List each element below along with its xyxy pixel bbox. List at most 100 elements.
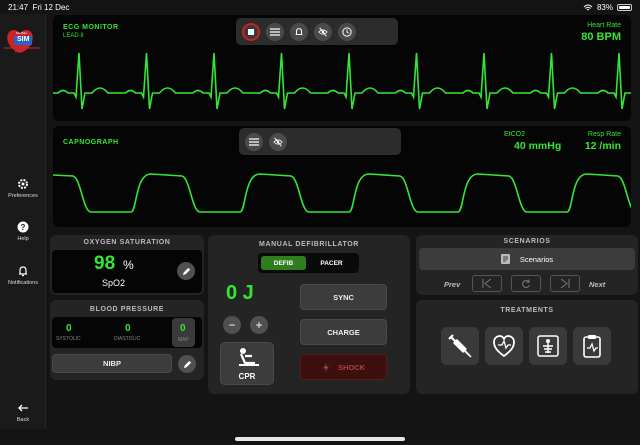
status-time: 21:47	[8, 3, 29, 12]
timer-button[interactable]	[338, 22, 356, 41]
sidebar-item-label: Help	[17, 236, 29, 242]
logo-text: SIM	[17, 36, 30, 43]
shock-button[interactable]: SHOCK	[300, 354, 387, 380]
etco2-value: 40 mmHg	[514, 140, 562, 152]
energy-value: 0 J	[226, 282, 254, 304]
skip-back-icon	[482, 279, 492, 288]
treatments-title: TREATMENTS	[500, 307, 554, 314]
heart-rate-label: Heart Rate	[587, 22, 621, 29]
bp-title: BLOOD PRESSURE	[89, 306, 165, 313]
menu-icon	[270, 27, 280, 36]
hide-button[interactable]	[269, 132, 287, 151]
document-icon	[500, 254, 510, 264]
capnograph-waveform	[53, 173, 631, 213]
back-arrow-icon	[18, 404, 28, 412]
first-scenario-button[interactable]	[472, 275, 502, 292]
next-scenario-button[interactable]: Next	[589, 280, 605, 289]
shock-label: SHOCK	[337, 362, 366, 372]
nibp-button[interactable]: NIBP	[52, 354, 172, 373]
prev-scenario-button[interactable]: Prev	[444, 280, 460, 289]
lightning-icon	[323, 362, 329, 372]
cpr-button[interactable]: CPR	[220, 342, 274, 385]
treatments-card: TREATMENTS	[416, 300, 638, 394]
capnograph-title: CAPNOGRAPH	[63, 139, 119, 146]
battery-percent: 83%	[596, 3, 613, 12]
xray-icon	[537, 335, 559, 357]
ecg-lead: LEAD II	[63, 33, 84, 39]
wifi-icon	[583, 4, 593, 10]
scenarios-title: SCENARIOS	[503, 238, 551, 245]
last-scenario-button[interactable]	[550, 275, 580, 292]
scenarios-button-label: Scenarios	[519, 254, 554, 264]
alarm-button[interactable]	[290, 22, 308, 41]
charge-button[interactable]: CHARGE	[300, 319, 387, 345]
sidebar-item-back[interactable]: Back	[0, 402, 46, 423]
stop-button[interactable]	[242, 22, 260, 41]
sidebar-item-label: Preferences	[8, 193, 38, 199]
cpr-icon	[239, 348, 259, 366]
blood-pressure-card: BLOOD PRESSURE 0 SYSTOLIC 0 DIASTOLIC 0 …	[50, 300, 204, 380]
treatment-xray-button[interactable]	[529, 327, 567, 365]
edit-spo2-button[interactable]	[177, 262, 195, 280]
etco2-label: EtCO2	[504, 131, 526, 138]
clipboard-icon	[583, 335, 601, 358]
status-time-date: 21:47 Fri 12 Dec	[8, 3, 69, 12]
status-bar: 21:47 Fri 12 Dec 83%	[0, 0, 640, 14]
sidebar-item-label: Notifications	[8, 280, 38, 286]
energy-increase-button[interactable]: +	[250, 316, 268, 334]
sidebar-item-notifications[interactable]: Notifications	[0, 265, 46, 286]
ecg-title: ECG MONITOR	[63, 24, 119, 31]
sidebar-item-preferences[interactable]: Preferences	[0, 178, 46, 199]
oxygen-saturation-card: OXYGEN SATURATION 98 % SpO2	[50, 235, 204, 295]
battery-icon	[617, 4, 632, 11]
treatment-syringe-button[interactable]	[441, 327, 479, 365]
sidebar-item-help[interactable]: ? Help	[0, 221, 46, 242]
bell-icon	[19, 266, 27, 277]
ecg-waveform	[53, 52, 631, 110]
pencil-icon	[183, 360, 191, 368]
skip-forward-icon	[560, 279, 570, 288]
ecg-toolbar	[236, 18, 398, 45]
reset-scenario-button[interactable]	[511, 275, 541, 292]
hide-button[interactable]	[314, 22, 332, 41]
energy-decrease-button[interactable]: −	[223, 316, 241, 334]
scenarios-button[interactable]: Scenarios	[419, 248, 635, 270]
heart-rate-value: 80 BPM	[581, 31, 621, 43]
menu-button[interactable]	[266, 22, 284, 41]
edit-bp-button[interactable]	[178, 355, 196, 373]
treatment-clipboard-button[interactable]	[573, 327, 611, 365]
ecg-panel: ECG MONITOR LEAD II Heart Rate 80 BPM	[53, 15, 631, 121]
bell-icon	[295, 27, 303, 35]
gear-icon	[18, 179, 28, 189]
syringe-icon	[448, 334, 472, 358]
home-indicator[interactable]	[235, 437, 405, 441]
resp-rate-label: Resp Rate	[587, 131, 621, 138]
sidebar-item-label: Back	[16, 417, 30, 423]
defibrillator-card: MANUAL DEFIBRILLATOR DEFIB PACER 0 J − +…	[208, 235, 410, 394]
capnograph-toolbar	[239, 128, 401, 155]
eye-off-icon	[273, 137, 283, 146]
scenarios-card: SCENARIOS Scenarios Prev Next	[416, 235, 638, 295]
status-date: Fri 12 Dec	[32, 3, 70, 12]
capnograph-panel: CAPNOGRAPH EtCO2 40 mmHg Resp Rate 12 /m…	[53, 126, 631, 227]
pencil-icon	[182, 267, 190, 275]
status-right: 83%	[583, 3, 632, 12]
sync-button[interactable]: SYNC	[300, 284, 387, 310]
map-value: 0	[180, 323, 186, 334]
clock-icon	[342, 26, 352, 37]
spo2-unit: %	[123, 258, 134, 272]
svg-text:?: ?	[21, 223, 26, 232]
refresh-icon	[522, 279, 531, 288]
menu-button[interactable]	[245, 132, 263, 151]
diastolic-label: DIASTOLIC	[114, 336, 141, 342]
stop-icon	[248, 28, 254, 35]
defib-mode-button[interactable]: DEFIB	[261, 256, 306, 270]
spo2-value: 98	[94, 253, 116, 274]
map-label: MAP	[178, 337, 189, 343]
app-logo: SIM MedSim	[4, 26, 40, 56]
menu-icon	[249, 137, 259, 146]
pacer-mode-button[interactable]: PACER	[308, 256, 355, 270]
resp-rate-value: 12 /min	[584, 140, 621, 152]
treatment-heart-button[interactable]	[485, 327, 523, 365]
systolic-label: SYSTOLIC	[56, 336, 81, 342]
